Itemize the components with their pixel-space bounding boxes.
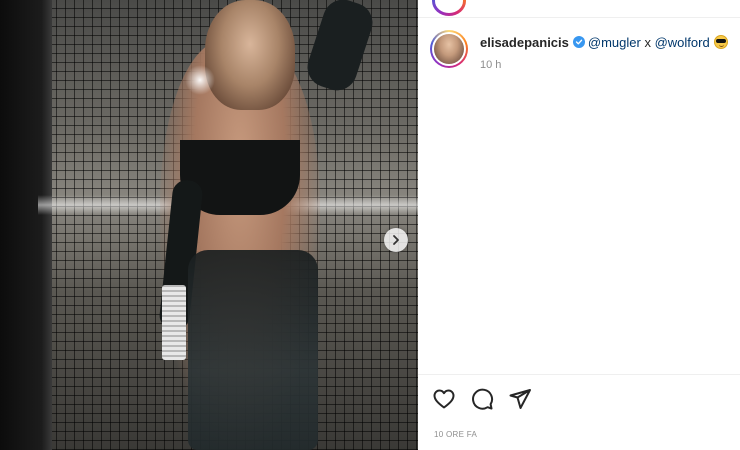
caption-timestamp[interactable]: 10 h — [480, 59, 501, 71]
person-head — [205, 0, 295, 110]
post-side-panel: elisadepanicis @mugler x @wolford 10 h 1… — [418, 0, 740, 450]
caption-row: elisadepanicis @mugler x @wolford 10 h — [430, 30, 736, 90]
header-strip — [418, 0, 740, 18]
avatar[interactable] — [430, 30, 468, 68]
like-button[interactable] — [432, 387, 456, 411]
comment-bubble-icon — [472, 388, 494, 410]
action-bar — [432, 386, 532, 412]
next-slide-button[interactable] — [384, 228, 408, 252]
mention-wolford[interactable]: @wolford — [655, 35, 710, 50]
comment-button[interactable] — [470, 387, 494, 411]
chevron-right-icon — [393, 235, 399, 245]
ceiling-light — [185, 65, 215, 95]
posted-time[interactable]: 10 ORE FA — [434, 430, 477, 439]
post-photo[interactable] — [0, 0, 418, 450]
dark-edge — [0, 0, 52, 450]
header-avatar[interactable] — [432, 0, 466, 16]
paper-plane-icon — [509, 389, 531, 409]
divider — [418, 374, 740, 375]
crystal-clutch — [162, 285, 186, 360]
caption-text: elisadepanicis @mugler x @wolford — [480, 35, 728, 51]
verified-badge-icon — [572, 36, 585, 48]
mention-mugler[interactable]: @mugler — [588, 35, 641, 50]
instagram-post-view: elisadepanicis @mugler x @wolford 10 h 1… — [0, 0, 740, 450]
share-button[interactable] — [508, 387, 532, 411]
sheer-pants — [188, 250, 318, 450]
caption-separator: x — [644, 35, 651, 50]
heart-icon — [433, 389, 455, 409]
sunglasses-emoji-icon — [713, 35, 728, 49]
username-link[interactable]: elisadepanicis — [480, 35, 569, 50]
